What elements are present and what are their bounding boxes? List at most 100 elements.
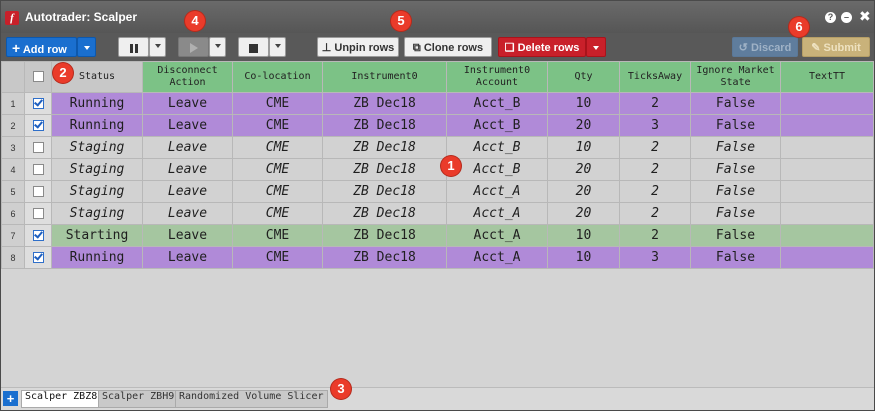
row-select-cell[interactable]	[24, 92, 52, 115]
tab-scalper-zbz8[interactable]: Scalper ZBZ8	[21, 390, 102, 408]
select-all-checkbox[interactable]	[32, 70, 44, 82]
row-checkbox[interactable]	[32, 252, 44, 263]
status-cell[interactable]: Starting	[51, 224, 143, 247]
delete-rows-button[interactable]: ❏ Delete rows	[498, 37, 586, 57]
ticks-away-cell[interactable]: 2	[619, 202, 691, 225]
account-cell[interactable]: Acct_A	[446, 224, 548, 247]
ignore-market-state-cell[interactable]: False	[690, 202, 781, 225]
colocation-cell[interactable]: CME	[232, 114, 323, 137]
disconnect-action-cell[interactable]: Leave	[142, 202, 233, 225]
status-cell[interactable]: Running	[51, 92, 143, 115]
ignore-market-state-cell[interactable]: False	[690, 92, 781, 115]
text-tt-cell[interactable]	[780, 136, 874, 159]
colocation-cell[interactable]: CME	[232, 92, 323, 115]
instrument-cell[interactable]: ZB Dec18	[322, 224, 447, 247]
account-header[interactable]: Instrument0 Account	[446, 61, 548, 93]
add-row-dropdown[interactable]	[77, 37, 96, 57]
stop-button[interactable]	[238, 37, 269, 57]
select-all-header[interactable]	[24, 61, 52, 93]
status-cell[interactable]: Staging	[51, 158, 143, 181]
text-tt-cell[interactable]	[780, 114, 874, 137]
disconnect-action-cell[interactable]: Leave	[142, 92, 233, 115]
minimize-icon[interactable]: –	[841, 12, 852, 23]
pause-button[interactable]	[118, 37, 149, 57]
colocation-cell[interactable]: CME	[232, 180, 323, 203]
qty-cell[interactable]: 10	[547, 224, 620, 247]
qty-cell[interactable]: 20	[547, 158, 620, 181]
tab-randomized-volume-slicer[interactable]: Randomized Volume Slicer	[175, 390, 328, 408]
instrument-cell[interactable]: ZB Dec18	[322, 158, 447, 181]
row-number[interactable]: 6	[1, 202, 25, 225]
row-select-cell[interactable]	[24, 136, 52, 159]
disconnect-action-cell[interactable]: Leave	[142, 180, 233, 203]
close-icon[interactable]: ✖	[859, 10, 871, 24]
instrument-header[interactable]: Instrument0	[322, 61, 447, 93]
table-row[interactable]: 3 Staging Leave CME ZB Dec18 Acct_B 10 2 False	[1, 136, 874, 159]
instrument-cell[interactable]: ZB Dec18	[322, 180, 447, 203]
table-row[interactable]: 2 Running Leave CME ZB Dec18 Acct_B 20 3 False	[1, 114, 874, 137]
text-tt-cell[interactable]	[780, 92, 874, 115]
ticks-away-cell[interactable]: 2	[619, 180, 691, 203]
row-select-cell[interactable]	[24, 246, 52, 269]
status-cell[interactable]: Staging	[51, 180, 143, 203]
status-cell[interactable]: Running	[51, 246, 143, 269]
row-number[interactable]: 8	[1, 246, 25, 269]
row-select-cell[interactable]	[24, 158, 52, 181]
text-tt-cell[interactable]	[780, 246, 874, 269]
unpin-rows-button[interactable]: ⊥ Unpin rows	[317, 37, 399, 57]
table-row[interactable]: 5 Staging Leave CME ZB Dec18 Acct_A 20 2 False	[1, 180, 874, 203]
row-number[interactable]: 4	[1, 158, 25, 181]
ticks-away-cell[interactable]: 3	[619, 246, 691, 269]
delete-rows-dropdown[interactable]	[586, 37, 606, 57]
instrument-cell[interactable]: ZB Dec18	[322, 114, 447, 137]
disconnect-action-cell[interactable]: Leave	[142, 246, 233, 269]
colocation-header[interactable]: Co-location	[232, 61, 323, 93]
add-row-button[interactable]: + Add row	[6, 37, 77, 57]
row-select-cell[interactable]	[24, 114, 52, 137]
text-tt-cell[interactable]	[780, 202, 874, 225]
ignore-market-state-cell[interactable]: False	[690, 136, 781, 159]
table-row[interactable]: 8 Running Leave CME ZB Dec18 Acct_A 10 3 False	[1, 246, 874, 269]
account-cell[interactable]: Acct_A	[446, 202, 548, 225]
row-number[interactable]: 2	[1, 114, 25, 137]
qty-cell[interactable]: 10	[547, 136, 620, 159]
account-cell[interactable]: Acct_A	[446, 180, 548, 203]
discard-button[interactable]: ↺ Discard	[732, 37, 798, 57]
qty-cell[interactable]: 10	[547, 246, 620, 269]
text-tt-cell[interactable]	[780, 158, 874, 181]
row-checkbox[interactable]	[32, 164, 44, 175]
table-row[interactable]: 6 Staging Leave CME ZB Dec18 Acct_A 20 2 False	[1, 202, 874, 225]
row-checkbox[interactable]	[32, 230, 44, 241]
table-row[interactable]: 1 Running Leave CME ZB Dec18 Acct_B 10 2 False	[1, 92, 874, 115]
play-dropdown[interactable]	[209, 37, 226, 57]
qty-header[interactable]: Qty	[547, 61, 620, 93]
ticks-away-cell[interactable]: 2	[619, 92, 691, 115]
instrument-cell[interactable]: ZB Dec18	[322, 246, 447, 269]
text-tt-header[interactable]: TextTT	[780, 61, 874, 93]
table-row[interactable]: 4 Staging Leave CME ZB Dec18 Acct_B 20 2 False	[1, 158, 874, 181]
ticks-away-cell[interactable]: 2	[619, 158, 691, 181]
submit-button[interactable]: ✎ Submit	[802, 37, 870, 57]
row-select-cell[interactable]	[24, 224, 52, 247]
ticks-away-header[interactable]: TicksAway	[619, 61, 691, 93]
account-cell[interactable]: Acct_B	[446, 136, 548, 159]
clone-rows-button[interactable]: ⧉ Clone rows	[404, 37, 492, 57]
qty-cell[interactable]: 20	[547, 114, 620, 137]
colocation-cell[interactable]: CME	[232, 224, 323, 247]
row-checkbox[interactable]	[32, 120, 44, 131]
disconnect-action-cell[interactable]: Leave	[142, 114, 233, 137]
ticks-away-cell[interactable]: 2	[619, 224, 691, 247]
add-tab-button[interactable]: +	[3, 391, 18, 406]
row-select-cell[interactable]	[24, 180, 52, 203]
account-cell[interactable]: Acct_B	[446, 92, 548, 115]
account-cell[interactable]: Acct_B	[446, 114, 548, 137]
row-checkbox[interactable]	[32, 98, 44, 109]
status-cell[interactable]: Staging	[51, 136, 143, 159]
colocation-cell[interactable]: CME	[232, 136, 323, 159]
row-number[interactable]: 7	[1, 224, 25, 247]
row-checkbox[interactable]	[32, 142, 44, 153]
row-select-cell[interactable]	[24, 202, 52, 225]
play-button[interactable]	[178, 37, 209, 57]
stop-dropdown[interactable]	[269, 37, 286, 57]
ignore-market-state-cell[interactable]: False	[690, 114, 781, 137]
